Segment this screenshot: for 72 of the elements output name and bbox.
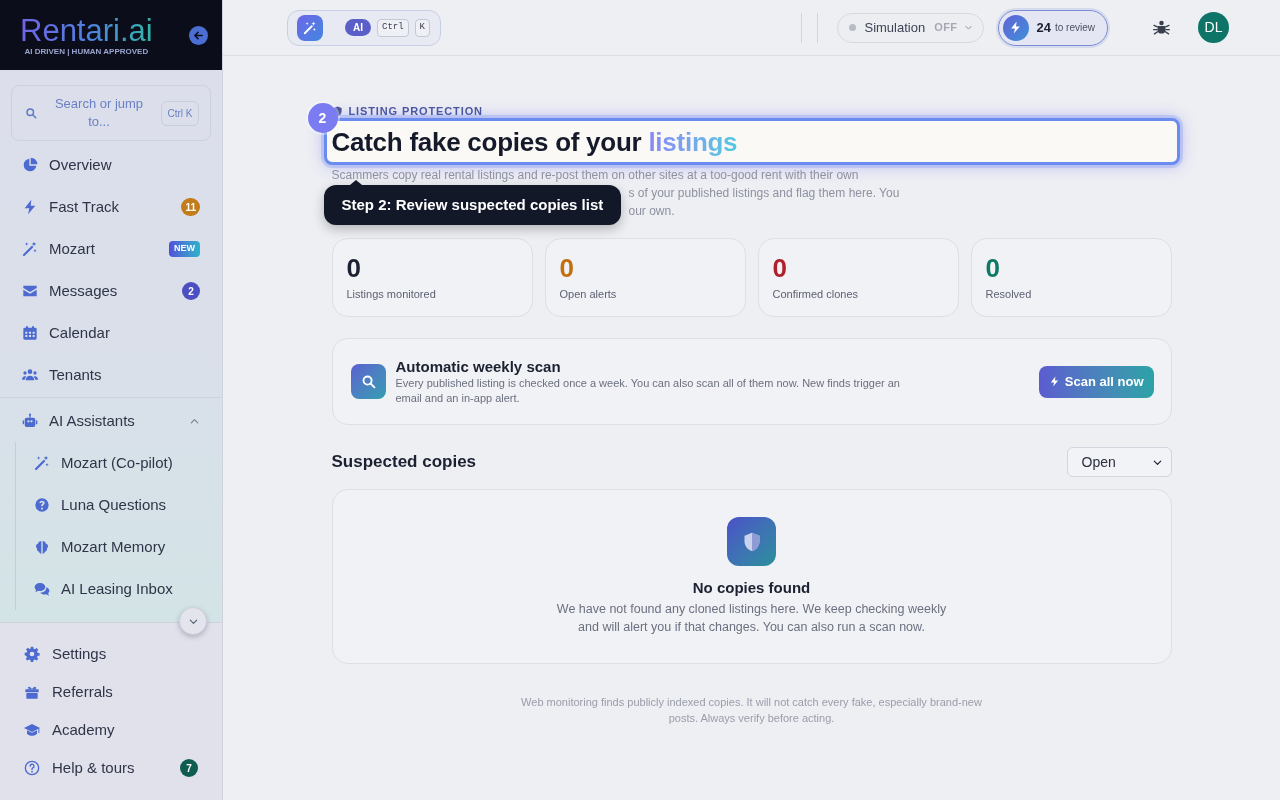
arrow-left-icon — [193, 29, 204, 41]
logo-tagline: AI DRIVEN | HUMAN APPROVED — [24, 46, 149, 57]
nav-item[interactable]: Help & tours — [0, 749, 180, 787]
nav-item[interactable]: Mozart — [0, 228, 169, 270]
new-tag: NEW — [169, 241, 200, 257]
shield-icon — [727, 517, 776, 566]
gift-icon — [24, 684, 40, 700]
step-number-badge: 2 — [307, 103, 338, 133]
nav-item[interactable]: Messages — [0, 270, 182, 312]
stat-label: Listings monitored — [346, 287, 436, 301]
graduation-cap-icon — [24, 722, 40, 738]
magic-wand-icon — [297, 14, 323, 41]
nav-item[interactable]: Luna Questions — [16, 484, 222, 526]
scan-title: Automatic weekly scan — [395, 357, 561, 376]
footnote-text: Web monitoring finds publicly indexed copies. It will not catch every fake, especially brand-new posts. Always verify before acting. — [520, 695, 983, 726]
scan-description: Every published listing is checked once a week. You can also scan all of them now. New finds trigger an email and an in-app alert. — [395, 376, 901, 406]
envelope-icon — [22, 283, 38, 299]
lightning-icon — [1002, 14, 1029, 41]
brain-icon — [34, 539, 50, 555]
nav-item[interactable]: Tenants — [0, 354, 200, 396]
collapse-sidebar-button[interactable] — [189, 25, 208, 45]
count-badge: 2 — [182, 282, 200, 300]
gear-icon — [24, 646, 40, 662]
nav-item[interactable]: Fast Track — [0, 186, 182, 228]
nav-item[interactable]: Referrals — [0, 673, 198, 711]
nav-item[interactable]: Overview — [0, 144, 200, 186]
stat-label: Resolved — [985, 287, 1032, 301]
description-text: our own. — [628, 203, 675, 220]
simulation-toggle[interactable]: Simulation OFF — [837, 12, 984, 43]
calendar-icon — [22, 325, 38, 341]
shortcut-key: K — [414, 18, 430, 37]
status-filter-dropdown[interactable]: Open — [1066, 447, 1172, 477]
nav-item[interactable]: Settings — [0, 635, 198, 673]
chevron-down-icon — [963, 23, 973, 32]
magic-wand-icon — [22, 241, 38, 257]
empty-state-description: We have not found any cloned listings here. We keep checking weekly and will alert you if that changes. You can also run a scan now. — [555, 601, 948, 636]
count-badge: 7 — [180, 759, 198, 777]
search-icon — [25, 107, 37, 119]
count-badge: 11 — [181, 198, 200, 216]
section-title: Suspected copies — [331, 451, 477, 474]
stat-value: 0 — [346, 254, 361, 282]
bug-icon — [1152, 19, 1170, 36]
nav-item[interactable]: Academy — [0, 711, 198, 749]
scan-all-button[interactable]: Scan all now — [1038, 365, 1154, 398]
nav-item[interactable]: Calendar — [0, 312, 200, 354]
stat-label: Open alerts — [559, 287, 617, 301]
stat-value: 0 — [559, 254, 574, 282]
review-queue-button[interactable]: 24 to review — [997, 9, 1108, 46]
stat-label: Confirmed clones — [772, 287, 859, 301]
section-eyebrow: LISTING PROTECTION — [348, 104, 483, 118]
robot-icon — [22, 413, 38, 429]
nav-item[interactable]: Mozart Memory — [16, 526, 222, 568]
bug-report-button[interactable] — [1152, 18, 1170, 37]
nav-group-toggle[interactable]: AI Assistants — [0, 400, 222, 442]
description-text: s of your published listings and flag them here. You — [628, 185, 900, 202]
shortcut-key: Ctrl K — [161, 100, 199, 126]
lightning-icon — [22, 199, 38, 215]
users-icon — [22, 367, 38, 383]
ai-tag: AI — [345, 19, 371, 36]
stat-value: 0 — [772, 254, 787, 282]
nav-item[interactable]: Mozart (Co-pilot) — [16, 442, 222, 484]
chat-bubbles-icon — [34, 581, 50, 597]
nav-item[interactable]: AI Leasing Inbox — [16, 568, 222, 610]
user-avatar[interactable]: DL — [1198, 12, 1229, 43]
ai-command-button[interactable]: AI Ctrl K — [287, 9, 441, 46]
help-circle-icon — [24, 760, 40, 776]
shortcut-key: Ctrl — [377, 18, 409, 37]
stat-value: 0 — [985, 254, 1000, 282]
empty-state-title: No copies found — [692, 578, 811, 598]
pie-chart-icon — [22, 157, 38, 173]
search-icon — [350, 364, 386, 399]
magic-wand-icon — [34, 455, 50, 471]
